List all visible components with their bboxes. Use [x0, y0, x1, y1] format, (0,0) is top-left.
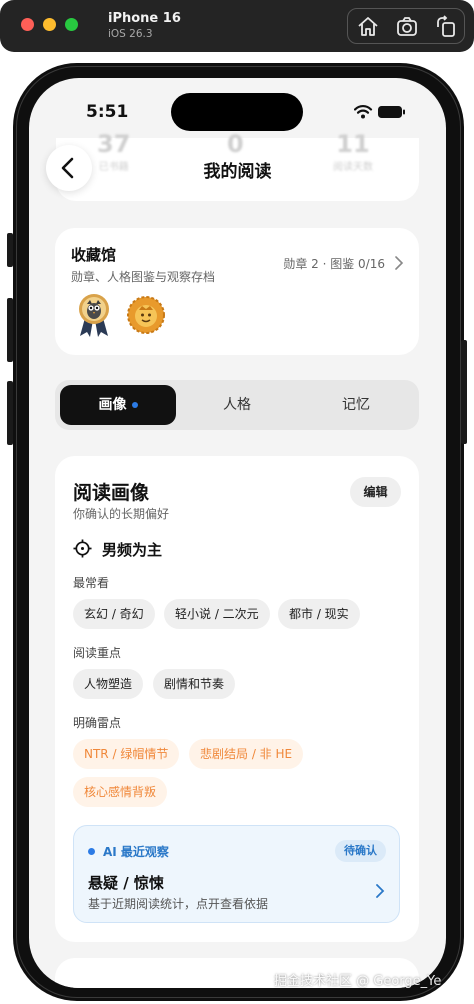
tab-memory[interactable]: 记忆 [298, 385, 414, 425]
tab-personality[interactable]: 人格 [179, 385, 295, 425]
ai-indicator-dot [88, 848, 95, 855]
profile-title: 阅读画像 [73, 482, 150, 504]
dynamic-island [171, 93, 303, 131]
tab-bar: 画像 人格 记忆 [55, 380, 419, 430]
ai-observation-label: AI 最近观察 [103, 845, 169, 859]
profile-subtitle: 你确认的长期偏好 [73, 507, 170, 521]
zoom-window-button[interactable] [65, 18, 78, 31]
watermark: 掘金技术社区 @ George_Ye [274, 974, 442, 989]
simulator-toolbar: iPhone 16 iOS 26.3 [0, 0, 474, 52]
stat-middle: 0 [227, 130, 244, 158]
minimize-window-button[interactable] [43, 18, 56, 31]
status-badge: 待确认 [335, 840, 386, 862]
tab-label: 人格 [223, 397, 251, 413]
most-read-label: 最常看 [73, 576, 110, 590]
dislikes-label: 明确雷点 [73, 716, 122, 730]
collection-card[interactable]: 收藏馆 勋章、人格图鉴与观察存档 勋章 2 · 图鉴 0/16 [55, 228, 419, 355]
volume-up-button [7, 298, 13, 362]
collection-title: 收藏馆 [71, 246, 117, 264]
ai-observation-title: 悬疑 / 惊悚 [88, 874, 164, 892]
ai-observation-description: 基于近期阅读统计，点开查看依据 [88, 897, 269, 911]
home-icon[interactable] [356, 15, 380, 39]
unread-dot [131, 402, 138, 408]
close-window-button[interactable] [21, 18, 34, 31]
power-button [461, 340, 467, 444]
wifi-icon [353, 105, 373, 119]
stat-value: 0 [227, 130, 244, 158]
status-icons [353, 104, 406, 124]
tab-portrait[interactable]: 画像 [60, 385, 176, 425]
reading-profile-card: 阅读画像 你确认的长期偏好 编辑 男频为主 最常看 玄幻 / 奇幻 轻小说 / … [55, 456, 419, 942]
action-button [7, 233, 13, 267]
rotate-icon[interactable] [434, 15, 458, 39]
dislike-chip[interactable]: NTR / 绿帽情节 [73, 739, 180, 769]
tab-label: 画像 [98, 397, 127, 413]
screenshot-icon[interactable] [395, 15, 419, 39]
crosshair-icon [73, 539, 92, 558]
focus-chip[interactable]: 剧情和节奏 [153, 669, 236, 699]
collection-subtitle: 勋章、人格图鉴与观察存档 [71, 270, 216, 284]
dislike-chip[interactable]: 核心感情背叛 [73, 777, 168, 807]
battery-icon [378, 106, 405, 118]
status-time: 5:51 [86, 102, 129, 122]
genre-chip[interactable]: 都市 / 现实 [278, 599, 360, 629]
primary-focus: 男频为主 [102, 541, 163, 559]
chevron-right-icon [376, 884, 385, 898]
page-title: 我的阅读 [203, 162, 272, 182]
lion-medal-icon[interactable] [127, 296, 165, 334]
os-version: iOS 26.3 [108, 28, 153, 40]
focus-chip[interactable]: 人物塑造 [73, 669, 144, 699]
stat-value: 37 [97, 130, 131, 158]
tab-label: 记忆 [342, 397, 370, 413]
focus-points-label: 阅读重点 [73, 646, 122, 660]
edit-button[interactable]: 编辑 [350, 477, 401, 507]
collection-meta: 勋章 2 · 图鉴 0/16 [283, 257, 385, 271]
simulator-tools [347, 8, 465, 44]
device-name: iPhone 16 [108, 11, 181, 26]
ai-observation-card[interactable]: AI 最近观察 待确认 悬疑 / 惊悚 基于近期阅读统计，点开查看依据 [73, 825, 400, 923]
genre-chip[interactable]: 轻小说 / 二次元 [164, 599, 270, 629]
dislike-chip[interactable]: 悲剧结局 / 非 HE [189, 739, 304, 769]
owl-medal-icon[interactable] [77, 292, 111, 338]
volume-down-button [7, 381, 13, 445]
genre-chip[interactable]: 玄幻 / 奇幻 [73, 599, 155, 629]
chevron-right-icon [395, 256, 404, 270]
stat-value: 11 [336, 130, 370, 158]
app-screen: 37 已书籍 0 11 阅读天数 5:51 我的阅读 收藏馆 勋章、人格图鉴与观… [29, 78, 446, 988]
